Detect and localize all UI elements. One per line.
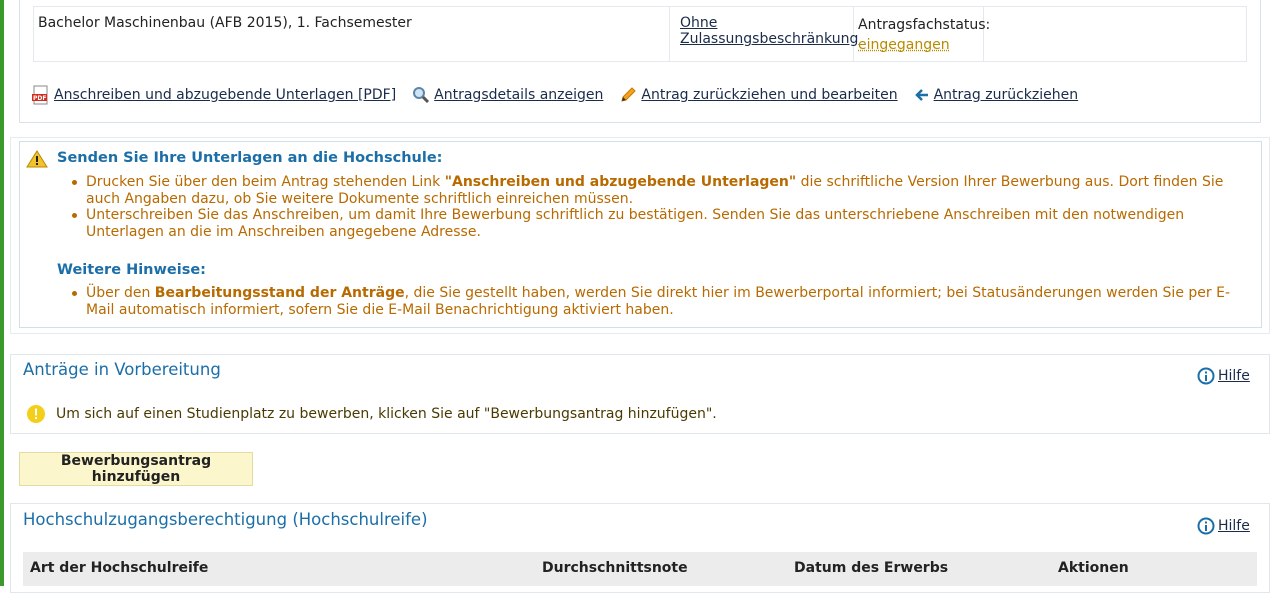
pdf-letter-link[interactable]: PDF Anschreiben und abzugebende Unterlag… [32,85,396,105]
program-name: Bachelor Maschinenbau (AFB 2015), 1. Fac… [38,15,412,31]
hzb-title: Hochschulzugangsberechtigung (Hochschulr… [23,510,428,529]
arrow-left-icon [914,89,928,101]
program-cell: Bachelor Maschinenbau (AFB 2015), 1. Fac… [34,7,670,61]
magnifier-icon [413,87,430,104]
application-row: Bachelor Maschinenbau (AFB 2015), 1. Fac… [33,6,1247,62]
warning-icon [26,150,48,168]
pdf-icon: PDF [32,85,48,105]
hint-item: Über den Bearbeitungsstand der Anträge, … [72,285,1252,318]
column-header: Art der Hochschulreife [30,560,209,576]
prep-help-link[interactable]: Hilfe [1197,367,1250,385]
column-header: Durchschnittsnote [542,560,688,576]
application-actions: PDF Anschreiben und abzugebende Unterlag… [32,84,1094,106]
notice-item: Drucken Sie über den beim Antrag stehend… [72,174,1252,207]
status-cell: Antragsfachstatus: eingegangen [854,7,991,61]
add-application-button[interactable]: Bewerbungsantrag hinzufügen [19,452,253,486]
status-value[interactable]: eingegangen [858,35,979,55]
prep-info: Um sich auf einen Studienplatz zu bewerb… [26,404,717,424]
column-header: Datum des Erwerbs [794,560,949,576]
info-circle-icon [1197,367,1215,385]
notice-title: Senden Sie Ihre Unterlagen an die Hochsc… [57,150,443,166]
status-label: Antragsfachstatus: [858,17,991,33]
prep-title: Anträge in Vorbereitung [23,360,221,379]
pencil-icon [621,87,637,102]
left-accent-stripe [0,0,4,586]
withdraw-edit-link[interactable]: Antrag zurückziehen und bearbeiten [619,86,898,104]
hzb-table-header: Art der Hochschulreife Durchschnittsnote… [23,552,1257,586]
notice-list: Drucken Sie über den beim Antrag stehend… [72,174,1252,240]
details-link[interactable]: Antragsdetails anzeigen [412,86,603,104]
svg-text:PDF: PDF [33,95,46,102]
info-yellow-icon [27,405,45,423]
withdraw-link[interactable]: Antrag zurückziehen [914,87,1078,103]
column-header: Aktionen [1058,560,1129,576]
hints-list: Über den Bearbeitungsstand der Anträge, … [72,285,1252,318]
restriction-link[interactable]: Ohne Zulassungsbeschränkung [680,15,858,47]
info-circle-icon [1197,517,1215,535]
hints-title: Weitere Hinweise: [57,262,206,278]
notice-item: Unterschreiben Sie das Anschreiben, um d… [72,207,1252,240]
hzb-help-link[interactable]: Hilfe [1197,517,1250,535]
restriction-cell: Ohne Zulassungsbeschränkung [670,7,858,61]
